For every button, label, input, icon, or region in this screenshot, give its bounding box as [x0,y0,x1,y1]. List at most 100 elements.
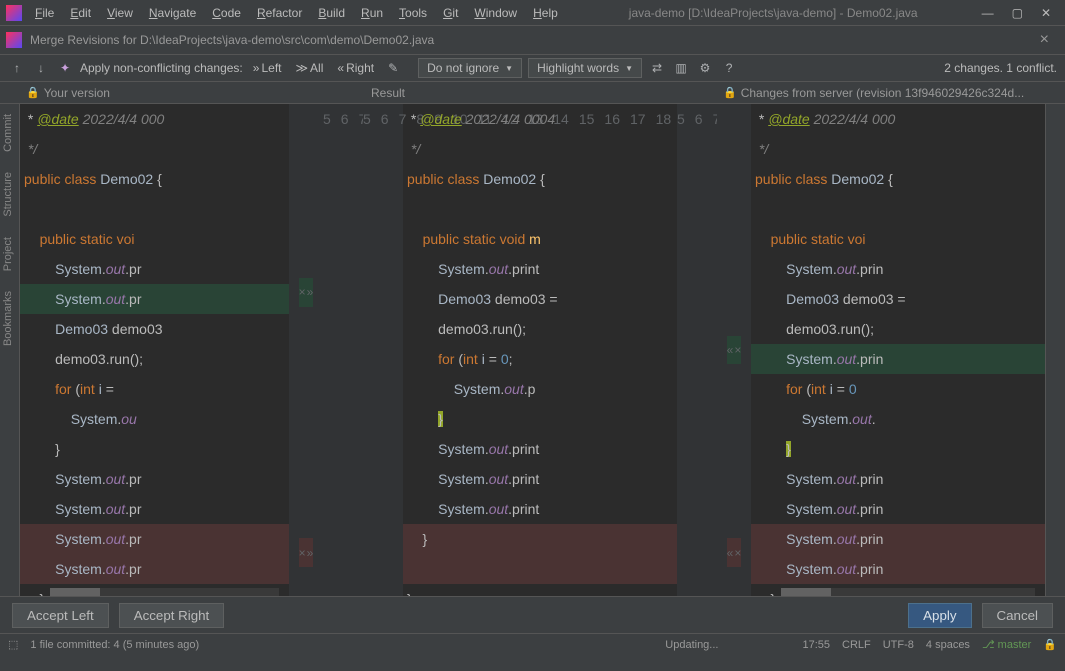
next-change-icon[interactable]: ↓ [32,59,50,77]
minimize-icon[interactable]: ― [982,6,994,20]
code-line[interactable]: System.out. [751,404,1045,434]
code-line[interactable]: public static voi [751,224,1045,254]
code-line[interactable]: public static voi [20,224,289,254]
menu-navigate[interactable]: Navigate [142,4,203,22]
code-line[interactable]: Demo03 demo03 [20,314,289,344]
code-line[interactable]: demo03.run(); [751,314,1045,344]
menu-refactor[interactable]: Refactor [250,4,309,22]
code-line[interactable]: */ [20,134,289,164]
collapse-icon[interactable]: ⇄ [648,59,666,77]
apply-left-button[interactable]: » Left [249,60,286,76]
magic-icon[interactable]: ✦ [56,59,74,77]
code-line[interactable]: demo03.run(); [20,344,289,374]
code-line[interactable]: System.out.p [403,374,677,404]
git-branch[interactable]: ⎇ master [982,638,1031,651]
vcs-icon[interactable]: ⬚ [8,638,18,651]
code-line[interactable]: System.out.prin [751,344,1045,374]
pane-right[interactable]: «× «× * @date 2022/4/4 000 */public class… [717,104,1045,596]
change-marker[interactable]: ×» [299,278,314,307]
code-line[interactable]: } [403,404,677,434]
sidebar-tab-structure[interactable]: Structure [0,162,16,227]
close-merge-icon[interactable]: × [1040,31,1049,49]
lock-icon[interactable]: 🔒 [1043,638,1057,651]
pane-result[interactable]: 56789101112131415161718192021 * @date 20… [363,104,717,596]
code-line[interactable]: System.out.pr [20,254,289,284]
code-line[interactable] [751,194,1045,224]
change-marker[interactable]: «× [727,336,742,365]
menu-file[interactable]: File [28,4,61,22]
code-line[interactable]: for (int i = [20,374,289,404]
sidebar-tab-bookmarks[interactable]: Bookmarks [0,281,16,356]
code-line[interactable]: * @date 2022/4/4 000 [20,104,289,134]
accept-left-button[interactable]: Accept Left [12,603,109,628]
apply-right-button[interactable]: « Right [333,60,378,76]
code-line[interactable]: public static void m [403,224,677,254]
menu-code[interactable]: Code [205,4,248,22]
code-line[interactable]: } [751,434,1045,464]
maximize-icon[interactable]: ▢ [1012,6,1023,20]
code-line[interactable]: System.out.pr [20,554,289,584]
code-line[interactable]: } [20,434,289,464]
code-line[interactable] [20,194,289,224]
scrollbar-h[interactable] [50,588,279,596]
code-line[interactable]: System.out.prin [751,494,1045,524]
status-encoding[interactable]: UTF-8 [883,639,914,651]
wand-icon[interactable]: ✎ [384,59,402,77]
apply-all-button[interactable]: ≫ All [291,60,327,76]
code-line[interactable]: System.out.print [403,254,677,284]
code-line[interactable]: System.out.print [403,494,677,524]
highlight-combo[interactable]: Highlight words▼ [528,58,642,78]
sidebar-tab-commit[interactable]: Commit [0,104,16,162]
code-line[interactable]: System.out.pr [20,524,289,554]
pane-left[interactable]: * @date 2022/4/4 000 */public class Demo… [20,104,363,596]
code-line[interactable]: System.out.prin [751,524,1045,554]
code-line[interactable]: System.out.prin [751,254,1045,284]
code-line[interactable]: } [403,584,677,596]
menu-run[interactable]: Run [354,4,390,22]
menu-build[interactable]: Build [311,4,352,22]
code-line[interactable] [403,554,677,584]
sidebar-tab-project[interactable]: Project [0,227,16,281]
code-line[interactable]: */ [751,134,1045,164]
status-indent[interactable]: 4 spaces [926,639,970,651]
settings-icon[interactable]: ⚙ [696,59,714,77]
code-line[interactable] [403,194,677,224]
sync-scroll-icon[interactable]: ▥ [672,59,690,77]
code-line[interactable]: Demo03 demo03 = [751,284,1045,314]
menu-edit[interactable]: Edit [63,4,98,22]
code-line[interactable]: public class Demo02 { [403,164,677,194]
code-line[interactable]: * @date 2022/4/4 0004 [403,104,677,134]
close-icon[interactable]: ✕ [1041,6,1051,20]
apply-button[interactable]: Apply [908,603,971,628]
help-icon[interactable]: ? [720,59,738,77]
code-line[interactable]: System.ou [20,404,289,434]
code-line[interactable]: System.out.pr [20,494,289,524]
code-line[interactable]: Demo03 demo03 = [403,284,677,314]
code-line[interactable]: public class Demo02 { [20,164,289,194]
menu-tools[interactable]: Tools [392,4,434,22]
scrollbar-h[interactable] [781,588,1035,596]
change-marker[interactable]: «× [727,538,742,567]
code-line[interactable]: for (int i = 0 [751,374,1045,404]
code-line[interactable]: System.out.print [403,434,677,464]
change-marker[interactable]: ×» [299,538,314,567]
code-line[interactable]: */ [403,134,677,164]
status-line-ending[interactable]: CRLF [842,639,871,651]
code-line[interactable]: System.out.pr [20,464,289,494]
menu-git[interactable]: Git [436,4,465,22]
code-line[interactable]: System.out.prin [751,554,1045,584]
cancel-button[interactable]: Cancel [982,603,1054,628]
accept-right-button[interactable]: Accept Right [119,603,225,628]
code-line[interactable]: } [403,524,677,554]
code-line[interactable]: System.out.pr [20,284,289,314]
code-line[interactable]: System.out.prin [751,464,1045,494]
ignore-combo[interactable]: Do not ignore▼ [418,58,522,78]
prev-change-icon[interactable]: ↑ [8,59,26,77]
code-line[interactable]: * @date 2022/4/4 000 [751,104,1045,134]
menu-view[interactable]: View [100,4,140,22]
code-line[interactable]: for (int i = 0; [403,344,677,374]
code-line[interactable]: demo03.run(); [403,314,677,344]
code-line[interactable]: System.out.print [403,464,677,494]
code-line[interactable]: public class Demo02 { [751,164,1045,194]
menu-help[interactable]: Help [526,4,565,22]
